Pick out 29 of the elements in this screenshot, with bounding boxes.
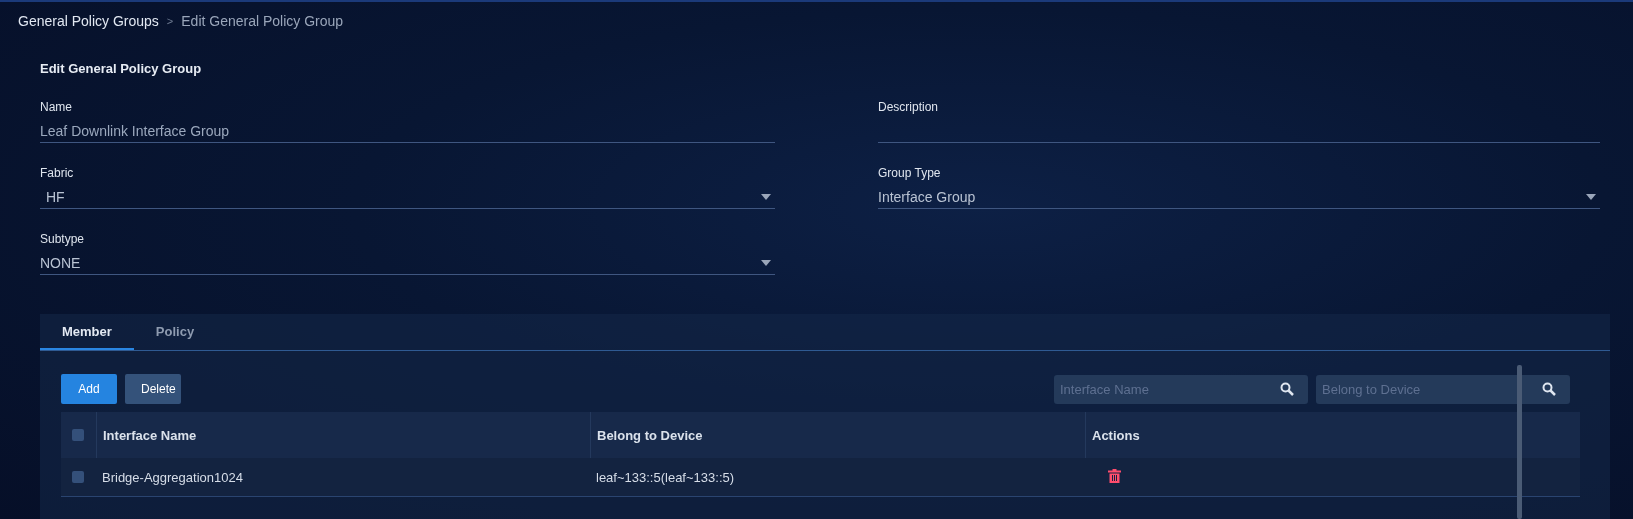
select-field[interactable]: Interface Group [878,186,1600,209]
breadcrumb-link[interactable]: General Policy Groups [18,13,159,29]
search-field[interactable]: Belong to Device [1316,374,1570,404]
dropdown-caret-icon[interactable] [761,194,771,200]
delete-button[interactable]: Delete [125,374,181,404]
search-icon[interactable] [1280,381,1294,396]
table-cell: Bridge-Aggregation1024 [102,469,243,485]
breadcrumb-current: Edit General Policy Group [181,13,344,29]
delete-icon[interactable] [1108,468,1121,483]
select-field[interactable]: NONE [40,252,775,275]
checkbox[interactable] [72,471,84,483]
checkbox[interactable] [72,429,84,441]
field-label: Name [40,100,73,114]
dropdown-caret-icon[interactable] [1586,194,1596,200]
breadcrumb-separator: > [166,15,174,27]
add-button[interactable]: Add [61,374,117,404]
field-label: Fabric [40,166,75,180]
search-field[interactable]: Interface Name [1054,374,1308,404]
field-label: Subtype [40,232,86,246]
select-field[interactable]: HF [40,186,775,209]
tab[interactable]: Member [40,314,134,350]
field-label: Group Type [878,166,942,180]
field-label: Description [878,100,940,114]
search-icon[interactable] [1542,381,1556,396]
form-title: Edit General Policy Group [40,61,203,76]
tab[interactable]: Policy [133,314,217,350]
table-cell: leaf~133::5(leaf~133::5) [596,469,735,485]
input-field[interactable]: Leaf Downlink Interface Group [40,120,775,143]
dropdown-caret-icon[interactable] [761,260,771,266]
